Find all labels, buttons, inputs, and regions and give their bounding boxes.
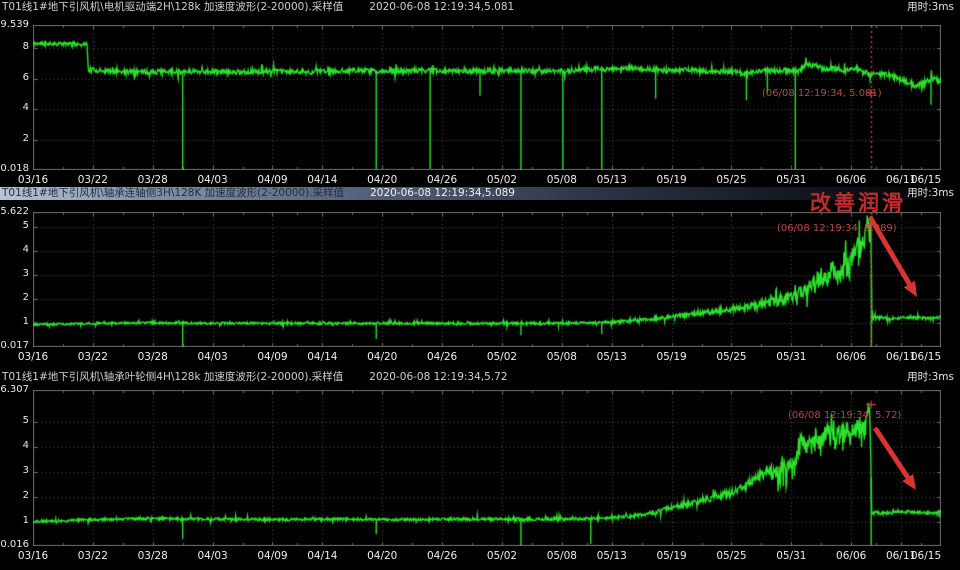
x-axis-date-label: 03/22 bbox=[63, 550, 123, 562]
x-axis-date-label: 05/02 bbox=[472, 174, 532, 186]
chart-panel-bearing-impeller-side: T01线1#地下引风机\轴承叶轮侧4H\128k 加速度波形(2-20000).… bbox=[0, 367, 960, 570]
y-axis-tick-label: 1 bbox=[0, 515, 29, 526]
y-axis-max-label: 6.307 bbox=[0, 384, 29, 395]
y-axis-max-label: 5.622 bbox=[0, 206, 29, 217]
cursor-readout: (06/08 12:19:34, 5.081) bbox=[762, 88, 882, 99]
x-axis-date-label: 03/28 bbox=[123, 351, 183, 363]
x-axis-date-label: 03/28 bbox=[123, 174, 183, 186]
x-axis-date-label: 05/31 bbox=[761, 351, 821, 363]
x-axis-date-label: 03/22 bbox=[63, 351, 123, 363]
x-axis-date-label: 05/25 bbox=[701, 550, 761, 562]
x-axis-date-label: 04/26 bbox=[412, 174, 472, 186]
x-axis-date-label: 05/19 bbox=[642, 550, 702, 562]
cursor-readout: (06/08 12:19:34, 5.72) bbox=[788, 410, 901, 421]
x-axis-date-label: 03/16 bbox=[3, 550, 63, 562]
x-axis-date-label: 04/03 bbox=[183, 351, 243, 363]
y-axis-tick-label: 4 bbox=[0, 244, 29, 255]
x-axis-date-label: 05/13 bbox=[582, 174, 642, 186]
x-axis-date-label: 05/25 bbox=[701, 351, 761, 363]
y-axis-tick-label: 2 bbox=[0, 292, 29, 303]
y-axis-tick-label: 1 bbox=[0, 316, 29, 327]
x-axis-date-label: 06/15 bbox=[896, 550, 956, 562]
y-axis-tick-label: 5 bbox=[0, 415, 29, 426]
elapsed-time-label: 用时:3ms bbox=[907, 371, 960, 384]
x-axis-date-label: 05/02 bbox=[472, 550, 532, 562]
chart-title: T01线1#地下引风机\电机驱动端2H\128k 加速度波形(2-20000).… bbox=[0, 1, 343, 14]
x-axis-date-label: 04/20 bbox=[352, 550, 412, 562]
x-axis-date-label: 03/16 bbox=[3, 351, 63, 363]
chart-cursor-timestamp: 2020-06-08 12:19:34,5.72 bbox=[369, 371, 507, 384]
y-axis-max-label: 9.539 bbox=[0, 19, 29, 30]
y-axis-tick-label: 4 bbox=[0, 440, 29, 451]
x-axis-date-label: 04/03 bbox=[183, 174, 243, 186]
y-axis-tick-label: 2 bbox=[0, 490, 29, 501]
chart-cursor-timestamp: 2020-06-08 12:19:34,5.081 bbox=[369, 1, 514, 14]
y-axis-tick-label: 3 bbox=[0, 465, 29, 476]
x-axis-date-label: 04/14 bbox=[292, 351, 352, 363]
x-axis-date-label: 04/26 bbox=[412, 351, 472, 363]
x-axis-date-label: 04/14 bbox=[292, 550, 352, 562]
x-axis-date-label: 04/20 bbox=[352, 351, 412, 363]
x-axis-date-label: 03/28 bbox=[123, 550, 183, 562]
y-axis-min-label: 0.017 bbox=[0, 340, 29, 351]
chart-panel-motor-drive-end: T01线1#地下引风机\电机驱动端2H\128k 加速度波形(2-20000).… bbox=[0, 0, 960, 186]
x-axis-date-label: 04/26 bbox=[412, 550, 472, 562]
vibration-trend-app: T01线1#地下引风机\电机驱动端2H\128k 加速度波形(2-20000).… bbox=[0, 0, 960, 570]
y-axis-min-label: 0.016 bbox=[0, 539, 29, 550]
x-axis-date-label: 05/19 bbox=[642, 174, 702, 186]
x-axis-date-label: 05/31 bbox=[761, 174, 821, 186]
chart-header[interactable]: T01线1#地下引风机\电机驱动端2H\128k 加速度波形(2-20000).… bbox=[0, 1, 960, 14]
x-axis-date-label: 06/15 bbox=[896, 351, 956, 363]
x-axis-date-label: 05/13 bbox=[582, 550, 642, 562]
chart-title: T01线1#地下引风机\轴承叶轮侧4H\128k 加速度波形(2-20000).… bbox=[0, 371, 343, 384]
y-axis-tick-label: 3 bbox=[0, 268, 29, 279]
y-axis-tick-label: 8 bbox=[0, 41, 29, 52]
y-axis-tick-label: 5 bbox=[0, 220, 29, 231]
y-axis-min-label: 0.018 bbox=[0, 163, 29, 174]
chart-title: T01线1#地下引风机\轴承连轴侧3H\128K 加速度波形(2-20000).… bbox=[0, 187, 344, 200]
y-axis-tick-label: 6 bbox=[0, 72, 29, 83]
cursor-readout: (06/08 12:19:34, 5.089) bbox=[777, 223, 897, 234]
y-axis-tick-label: 2 bbox=[0, 133, 29, 144]
x-axis-date-label: 06/15 bbox=[896, 174, 956, 186]
x-axis-date-label: 04/20 bbox=[352, 174, 412, 186]
x-axis-date-label: 05/25 bbox=[701, 174, 761, 186]
chart-header[interactable]: T01线1#地下引风机\轴承叶轮侧4H\128k 加速度波形(2-20000).… bbox=[0, 371, 960, 384]
lubrication-annotation: 改善润滑 bbox=[810, 187, 906, 217]
x-axis-date-label: 05/02 bbox=[472, 351, 532, 363]
x-axis-date-label: 04/14 bbox=[292, 174, 352, 186]
y-axis-tick-label: 4 bbox=[0, 102, 29, 113]
x-axis-date-label: 04/03 bbox=[183, 550, 243, 562]
x-axis-date-label: 05/31 bbox=[761, 550, 821, 562]
x-axis-date-label: 05/13 bbox=[582, 351, 642, 363]
x-axis-date-label: 03/22 bbox=[63, 174, 123, 186]
x-axis-date-label: 05/19 bbox=[642, 351, 702, 363]
x-axis-date-label: 03/16 bbox=[3, 174, 63, 186]
elapsed-time-label: 用时:3ms bbox=[907, 1, 960, 14]
elapsed-time-label: 用时:3ms bbox=[907, 187, 960, 200]
chart-cursor-timestamp: 2020-06-08 12:19:34,5.089 bbox=[370, 187, 515, 200]
